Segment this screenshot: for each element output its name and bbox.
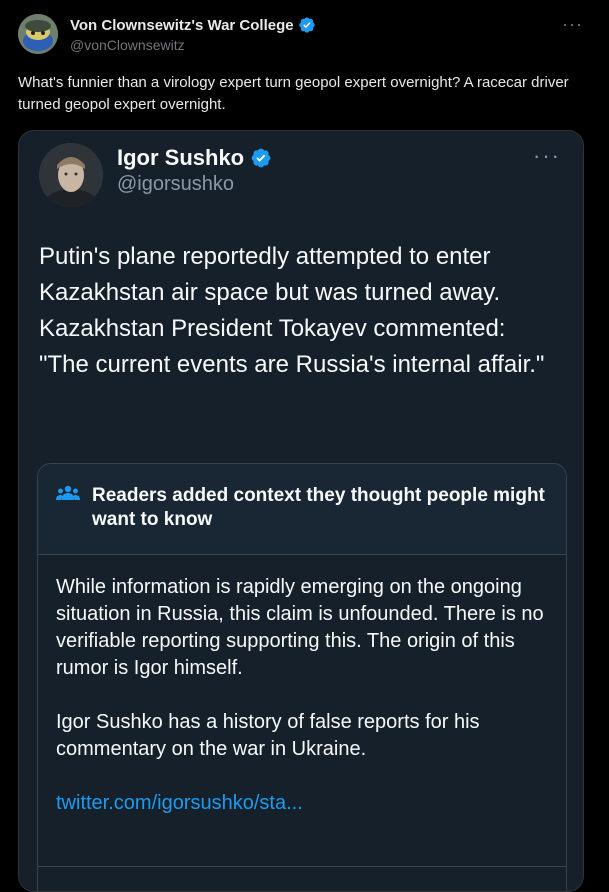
verified-badge-icon <box>298 17 315 33</box>
more-icon[interactable]: ··· <box>533 143 561 169</box>
post-text: What's funnier than a virology expert tu… <box>18 74 569 113</box>
verified-badge-icon <box>251 148 271 168</box>
community-notes-icon <box>56 485 80 500</box>
community-note-paragraph: Igor Sushko has a history of false repor… <box>56 711 480 760</box>
community-note-body: While information is rapidly emerging on… <box>56 574 546 817</box>
community-note: Readers added context they thought peopl… <box>37 463 567 891</box>
community-note-header: Readers added context they thought peopl… <box>38 464 566 555</box>
quoted-post-text: Putin's plane reportedly attempted to en… <box>39 243 545 378</box>
community-note-paragraph: While information is rapidly emerging on… <box>56 576 544 679</box>
author-avatar[interactable] <box>18 14 58 54</box>
community-note-title: Readers added context they thought peopl… <box>92 485 545 530</box>
community-note-source-link[interactable]: twitter.com/igorsushko/sta... <box>56 792 303 814</box>
author-name[interactable]: Von Clownsewitz's War College <box>70 17 294 34</box>
more-icon[interactable]: ··· <box>562 14 583 35</box>
post-header: Von Clownsewitz's War College @vonClowns… <box>0 0 609 70</box>
community-note-footer <box>38 866 566 891</box>
quoted-author-handle[interactable]: @igorsushko <box>117 173 234 196</box>
quoted-post[interactable]: Igor Sushko @igorsushko ··· Putin's plan… <box>18 130 584 892</box>
author-handle[interactable]: @vonClownsewitz <box>70 37 185 53</box>
quoted-author-name[interactable]: Igor Sushko <box>117 145 244 171</box>
quoted-author-avatar[interactable] <box>39 143 103 207</box>
